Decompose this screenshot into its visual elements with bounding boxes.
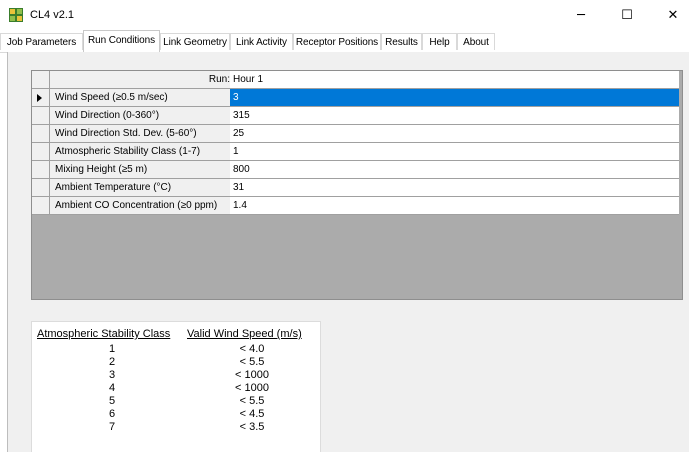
stability-class-value: 6 [108,408,116,420]
valid-speed-value: < 5.5 [239,356,265,368]
stability-class-value: 2 [108,356,116,368]
window-title: CL4 v2.1 [30,9,75,21]
row-header[interactable] [32,89,50,107]
valid-speed-value: < 5.5 [239,395,265,407]
column-header-hour[interactable]: Hour 1 [230,71,679,89]
row-label: Ambient CO Concentration (≥0 ppm) [50,197,235,215]
row-label: Atmospheric Stability Class (1-7) [50,143,235,161]
stability-class-header: Atmospheric Stability Class [37,328,171,340]
tab-link-activity[interactable]: Link Activity [230,33,293,50]
valid-speed-value: < 4.0 [239,343,265,355]
stability-class-value: 1 [108,343,116,355]
grid-row-stability-class: Atmospheric Stability Class (1-7) 1 [32,143,682,161]
table-row: 4 < 1000 [32,382,320,394]
row-label: Ambient Temperature (°C) [50,179,235,197]
table-row: 1 < 4.0 [32,343,320,355]
stability-class-value: 5 [108,395,116,407]
table-row: 6 < 4.5 [32,408,320,420]
valid-wind-speed-header: Valid Wind Speed (m/s) [187,328,302,340]
grid-row-mixing-height: Mixing Height (≥5 m) 800 [32,161,682,179]
table-row: 2 < 5.5 [32,356,320,368]
grid-row-wind-direction-std-dev: Wind Direction Std. Dev. (5-60°) 25 [32,125,682,143]
value-cell-mixing-height[interactable]: 800 [230,161,679,179]
title-bar: CL4 v2.1 ─ ☐ ✕ [0,0,689,30]
stability-class-value: 3 [108,369,116,381]
row-header[interactable] [32,71,50,89]
run-conditions-grid: Run: Hour 1 Wind Speed (≥0.5 m/sec) 3 Wi… [31,70,683,300]
current-row-arrow-icon [37,94,42,102]
grid-row-ambient-temperature: Ambient Temperature (°C) 31 [32,179,682,197]
close-button[interactable]: ✕ [650,0,689,30]
grid-row-ambient-co: Ambient CO Concentration (≥0 ppm) 1.4 [32,197,682,215]
table-row: 3 < 1000 [32,369,320,381]
table-row: 5 < 5.5 [32,395,320,407]
row-label: Wind Speed (≥0.5 m/sec) [50,89,235,107]
stability-class-value: 4 [108,382,116,394]
value-cell-wind-direction[interactable]: 315 [230,107,679,125]
grid-row-wind-direction: Wind Direction (0-360°) 315 [32,107,682,125]
value-cell-ambient-temperature[interactable]: 31 [230,179,679,197]
grid-row-wind-speed: Wind Speed (≥0.5 m/sec) 3 [32,89,682,107]
row-label: Wind Direction Std. Dev. (5-60°) [50,125,235,143]
minimize-button[interactable]: ─ [558,0,604,30]
column-label-run: Run: [50,71,235,89]
tab-help[interactable]: Help [422,33,457,50]
row-header[interactable] [32,107,50,125]
table-row: 7 < 3.5 [32,421,320,433]
row-header[interactable] [32,197,50,215]
row-label: Wind Direction (0-360°) [50,107,235,125]
tab-link-geometry[interactable]: Link Geometry [160,33,230,50]
value-cell-wind-direction-std-dev[interactable]: 25 [230,125,679,143]
row-header[interactable] [32,179,50,197]
valid-speed-value: < 4.5 [239,408,265,420]
value-cell-ambient-co[interactable]: 1.4 [230,197,679,215]
valid-speed-value: < 1000 [235,382,269,394]
stability-class-value: 7 [108,421,116,433]
tab-run-conditions[interactable]: Run Conditions [83,30,160,52]
tab-job-parameters[interactable]: Job Parameters [0,33,83,50]
stability-reference-table: Atmospheric Stability Class Valid Wind S… [31,321,321,452]
maximize-button[interactable]: ☐ [604,0,650,30]
app-grid-icon [9,8,23,22]
tab-about[interactable]: About [457,33,495,50]
row-label: Mixing Height (≥5 m) [50,161,235,179]
tab-results[interactable]: Results [381,33,422,50]
valid-speed-value: < 3.5 [239,421,265,433]
row-header[interactable] [32,161,50,179]
row-header[interactable] [32,143,50,161]
valid-speed-value: < 1000 [235,369,269,381]
tab-receptor-positions[interactable]: Receptor Positions [293,33,381,50]
grid-header-row: Run: Hour 1 [32,71,682,89]
value-cell-stability-class[interactable]: 1 [230,143,679,161]
row-header[interactable] [32,125,50,143]
value-cell-wind-speed[interactable]: 3 [230,89,679,107]
